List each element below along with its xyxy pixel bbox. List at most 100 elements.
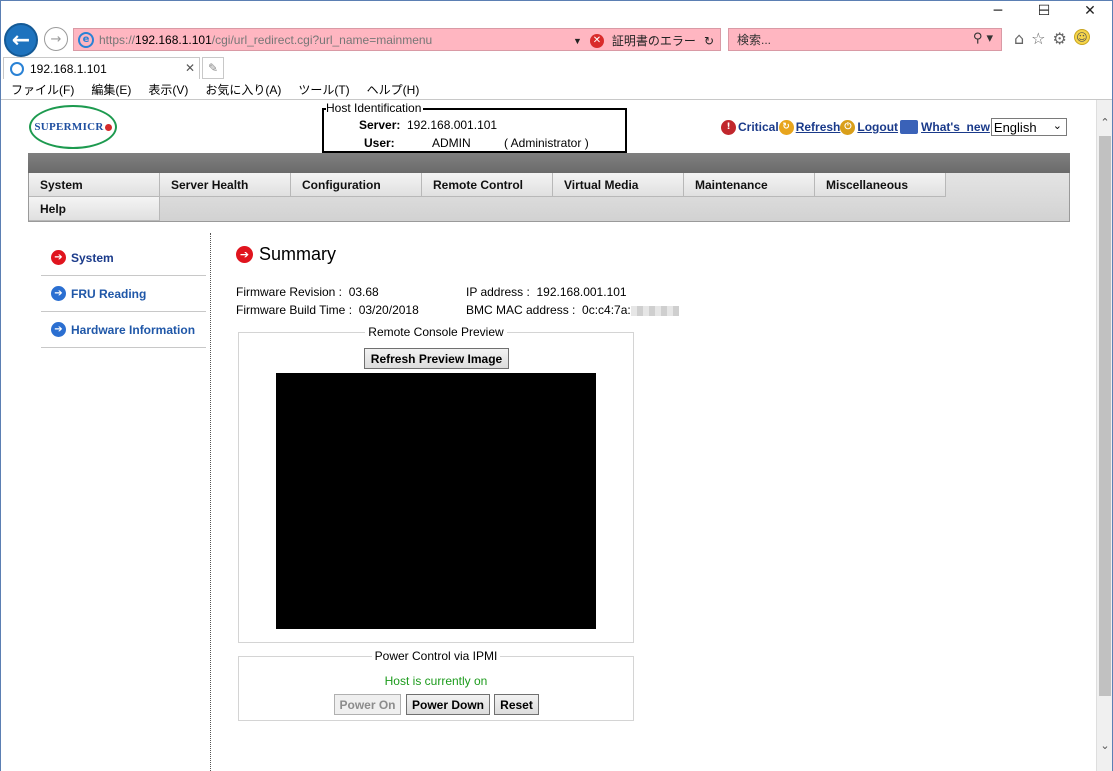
- nav-configuration[interactable]: Configuration: [291, 173, 422, 197]
- sidebar-item-label: Hardware Information: [71, 322, 196, 337]
- menu-favorites[interactable]: お気に入り(A): [205, 81, 281, 98]
- search-placeholder: 検索...: [737, 33, 772, 47]
- language-select[interactable]: English ⌄: [990, 118, 1067, 136]
- monitor-icon[interactable]: [900, 120, 919, 134]
- sidebar: ➔ System ➔ FRU Reading ➔ Hardware Inform…: [41, 240, 206, 348]
- ip-address: IP address : 192.168.001.101: [466, 285, 627, 299]
- dropdown-icon[interactable]: ▼: [573, 36, 582, 46]
- forward-button[interactable]: →: [44, 27, 68, 51]
- close-icon: ✕: [1084, 3, 1096, 19]
- sidebar-item-system[interactable]: ➔ System: [41, 240, 206, 276]
- logout-icon[interactable]: ⏻: [840, 119, 856, 135]
- address-bar[interactable]: e https://192.168.1.101/cgi/url_redirect…: [73, 28, 721, 51]
- title-bar: ─: [1, 1, 1112, 21]
- nav-virtual-media[interactable]: Virtual Media: [553, 173, 684, 197]
- firmware-revision-label: Firmware Revision :: [236, 285, 343, 299]
- search-input[interactable]: 検索... ⚲ ▾: [728, 28, 1002, 51]
- address-actions: ▼ ✕ 証明書のエラー ↻: [573, 32, 714, 49]
- favorites-star-icon[interactable]: ☆: [1031, 29, 1045, 48]
- power-control-legend: Power Control via IPMI: [239, 649, 633, 663]
- settings-gear-icon[interactable]: ⚙: [1053, 29, 1067, 48]
- address-url[interactable]: https://192.168.1.101/cgi/url_redirect.c…: [99, 33, 432, 47]
- power-on-button[interactable]: Power On: [334, 694, 401, 715]
- sidebar-item-hardware-information[interactable]: ➔ Hardware Information: [41, 312, 206, 348]
- mac-address-value: 0c:c4:7a:: [582, 303, 631, 317]
- firmware-revision-value: 03.68: [348, 285, 379, 299]
- critical-icon[interactable]: !: [721, 119, 736, 135]
- tab-active[interactable]: 192.168.1.101 ✕: [3, 57, 200, 79]
- nav-miscellaneous[interactable]: Miscellaneous: [815, 173, 946, 197]
- header-gray-bar: [28, 153, 1070, 173]
- nav-system[interactable]: System: [29, 173, 160, 197]
- remote-console-legend-text: Remote Console Preview: [365, 325, 507, 339]
- critical-link[interactable]: Critical: [738, 120, 779, 134]
- cert-error-icon[interactable]: ✕: [589, 33, 604, 48]
- whats-new-link[interactable]: What's_new: [921, 120, 990, 134]
- url-scheme: https://: [99, 32, 136, 47]
- back-arrow-icon: ←: [11, 27, 31, 53]
- scrollbar-thumb[interactable]: [1099, 136, 1111, 696]
- ie-tab-icon: [10, 61, 24, 76]
- maximize-button[interactable]: ☐: [1021, 1, 1067, 21]
- ie-page-icon: e: [78, 31, 94, 48]
- page-viewport: SUPERMICR Host Identification Server: 19…: [1, 100, 1096, 771]
- navigation-bar: ← → e https://192.168.1.101/cgi/url_redi…: [1, 21, 1112, 57]
- logout-link[interactable]: Logout: [857, 120, 898, 134]
- nav-server-health[interactable]: Server Health: [160, 173, 291, 197]
- toolbar-icons: ⌂ ☆ ⚙ ☺: [1014, 29, 1090, 48]
- nav-help[interactable]: Help: [29, 197, 160, 221]
- firmware-build-time: Firmware Build Time : 03/20/2018: [236, 303, 419, 317]
- browser-window: ─ ─ ☐ ✕ ← → e https://192.168.1.101/cgi/…: [0, 0, 1113, 771]
- host-status: Host is currently on: [384, 674, 488, 688]
- remote-console-legend: Remote Console Preview: [239, 325, 633, 339]
- chevron-down-icon: ⌄: [1052, 119, 1062, 132]
- reload-icon[interactable]: ↻: [704, 34, 714, 48]
- close-window-button[interactable]: ✕: [1067, 1, 1113, 21]
- logo-dot: [104, 123, 112, 131]
- top-links: ! Critical ↻ Refresh ⏻ Logout What's_new…: [721, 118, 1067, 136]
- scroll-down-icon[interactable]: ⌄: [1097, 739, 1113, 757]
- console-preview-image[interactable]: [276, 373, 596, 629]
- firmware-revision: Firmware Revision : 03.68: [236, 285, 379, 299]
- back-button[interactable]: ←: [4, 23, 38, 57]
- mac-address-redacted: [630, 305, 679, 316]
- page-title-text: Summary: [259, 244, 337, 264]
- tab-strip: 192.168.1.101 ✕ ✎: [1, 57, 1112, 79]
- minimize-button-2[interactable]: ─: [975, 1, 1021, 21]
- ip-address-label: IP address :: [466, 285, 530, 299]
- vertical-scrollbar[interactable]: ⌃ ⌄: [1096, 100, 1112, 771]
- menu-help[interactable]: ヘルプ(H): [367, 81, 420, 98]
- new-tab-button[interactable]: ✎: [202, 57, 224, 79]
- nav-maintenance[interactable]: Maintenance: [684, 173, 815, 197]
- cert-error-label[interactable]: 証明書のエラー: [612, 32, 696, 49]
- menu-view[interactable]: 表示(V): [148, 81, 188, 98]
- ip-address-value: 192.168.001.101: [536, 285, 627, 299]
- menu-edit[interactable]: 編集(E): [91, 81, 131, 98]
- reset-button[interactable]: Reset: [494, 694, 539, 715]
- home-icon[interactable]: ⌂: [1014, 29, 1024, 48]
- power-control: Power Control via IPMI Host is currently…: [238, 649, 634, 721]
- supermicro-logo: SUPERMICR: [29, 105, 117, 149]
- logo-text: SUPERMICR: [34, 121, 104, 133]
- refresh-icon[interactable]: ↻: [778, 119, 794, 135]
- arrow-right-icon: ➔: [51, 322, 66, 337]
- menu-file[interactable]: ファイル(F): [11, 81, 74, 98]
- power-down-button[interactable]: Power Down: [406, 694, 490, 715]
- bmc-mac-address: BMC MAC address : 0c:c4:7a:: [466, 303, 679, 317]
- refresh-preview-button[interactable]: Refresh Preview Image: [364, 348, 509, 369]
- mac-address-label: BMC MAC address :: [466, 303, 576, 317]
- tab-close-icon[interactable]: ✕: [185, 61, 195, 75]
- menu-tools[interactable]: ツール(T): [298, 81, 349, 98]
- nav-remote-control[interactable]: Remote Control: [422, 173, 553, 197]
- server-value: 192.168.001.101: [407, 118, 498, 132]
- arrow-right-icon: ➔: [51, 286, 66, 301]
- refresh-link[interactable]: Refresh: [796, 120, 841, 134]
- search-icon[interactable]: ⚲ ▾: [973, 31, 993, 46]
- menu-bar: ファイル(F) 編集(E) 表示(V) お気に入り(A) ツール(T) ヘルプ(…: [1, 80, 1112, 100]
- arrow-right-icon: ➔: [51, 250, 66, 265]
- scroll-up-icon[interactable]: ⌃: [1097, 116, 1113, 134]
- sidebar-item-fru-reading[interactable]: ➔ FRU Reading: [41, 276, 206, 312]
- maximize-icon: ☐: [1037, 3, 1051, 19]
- feedback-smiley-icon[interactable]: ☺: [1073, 29, 1090, 45]
- firmware-build-value: 03/20/2018: [358, 303, 419, 317]
